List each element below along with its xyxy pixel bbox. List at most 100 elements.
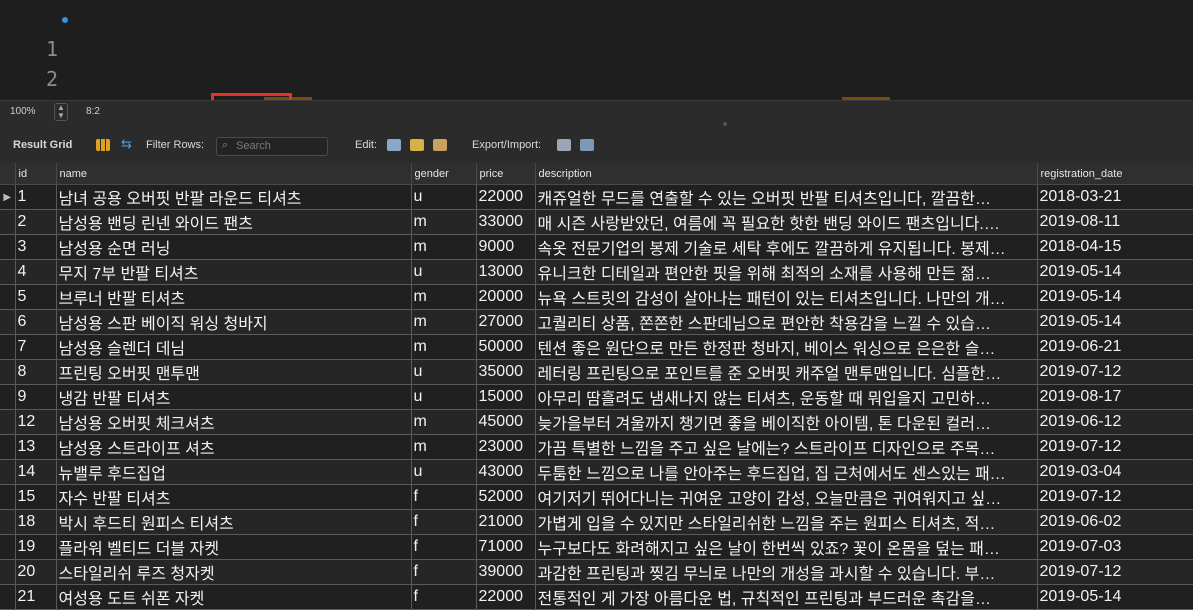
cell-name[interactable]: 자수 반팔 티셔츠 xyxy=(56,484,412,510)
cell-gender[interactable]: u xyxy=(411,259,477,285)
current-row-marker-icon[interactable]: ▶ xyxy=(0,184,16,210)
cell-description[interactable]: 가볍게 입을 수 있지만 스타일리쉬한 느낌을 주는 원피스 티셔츠, 적… xyxy=(535,509,1038,535)
cell-description[interactable]: 고퀄리티 상품, 쫀쫀한 스판데님으로 편안한 착용감을 느낄 수 있습… xyxy=(535,309,1038,335)
editor-line[interactable]: 3 xyxy=(0,64,58,121)
cell-description[interactable]: 누구보다도 화려해지고 싶은 날이 한번씩 있죠? 꽃이 온몸을 덮는 패… xyxy=(535,534,1038,560)
cell-id[interactable]: 18 xyxy=(15,509,57,535)
table-row[interactable]: 14 뉴밸루 후드집업 u 43000 두툼한 느낌으로 나를 안아주는 후드집업, 집… xyxy=(0,459,1193,485)
cell-price[interactable]: 13000 xyxy=(476,259,536,285)
cell-gender[interactable]: m xyxy=(411,234,477,260)
table-row[interactable]: 6 남성용 스판 베이직 워싱 청바지 m 27000 고퀄리티 상품, 쫀쫀한 스판데… xyxy=(0,309,1193,335)
cell-registration-date[interactable]: 2019-07-03 xyxy=(1037,534,1193,560)
cell-price[interactable]: 45000 xyxy=(476,409,536,435)
cell-id[interactable]: 21 xyxy=(15,584,57,610)
cell-id[interactable]: 12 xyxy=(15,409,57,435)
pane-splitter[interactable] xyxy=(0,122,1193,130)
cell-price[interactable]: 9000 xyxy=(476,234,536,260)
cell-registration-date[interactable]: 2018-04-15 xyxy=(1037,234,1193,260)
export-icon[interactable] xyxy=(557,139,571,151)
table-row[interactable]: 18 박시 후드티 원피스 티셔츠 f 21000 가볍게 입을 수 있지만 스타일리쉬… xyxy=(0,509,1193,535)
cell-description[interactable]: 과감한 프린팅과 찢김 무늬로 나만의 개성을 과시할 수 있습니다. 부… xyxy=(535,559,1038,585)
cell-id[interactable]: 9 xyxy=(15,384,57,410)
cell-registration-date[interactable]: 2019-05-14 xyxy=(1037,584,1193,610)
cell-description[interactable]: 캐쥬얼한 무드를 연출할 수 있는 오버핏 반팔 티셔츠입니다, 깔끔한… xyxy=(535,184,1038,210)
column-header-registration-date[interactable]: registration_date xyxy=(1037,163,1193,185)
row-marker[interactable] xyxy=(0,284,16,310)
row-marker[interactable] xyxy=(0,584,16,610)
cell-name[interactable]: 남성용 슬렌더 데님 xyxy=(56,334,412,360)
cell-name[interactable]: 브루너 반팔 티셔츠 xyxy=(56,284,412,310)
cell-registration-date[interactable]: 2019-06-02 xyxy=(1037,509,1193,535)
row-marker[interactable] xyxy=(0,359,16,385)
cell-price[interactable]: 15000 xyxy=(476,384,536,410)
zoom-stepper-icon[interactable]: ▲ ▼ xyxy=(54,103,68,121)
cell-price[interactable]: 43000 xyxy=(476,459,536,485)
cell-gender[interactable]: f xyxy=(411,509,477,535)
column-header-name[interactable]: name xyxy=(56,163,412,185)
cell-price[interactable]: 39000 xyxy=(476,559,536,585)
cell-gender[interactable]: u xyxy=(411,359,477,385)
cell-id[interactable]: 8 xyxy=(15,359,57,385)
cell-name[interactable]: 여성용 도트 쉬폰 자켓 xyxy=(56,584,412,610)
cell-name[interactable]: 뉴밸루 후드집업 xyxy=(56,459,412,485)
cell-id[interactable]: 19 xyxy=(15,534,57,560)
table-row[interactable]: 8 프린팅 오버핏 맨투맨 u 35000 레터링 프린팅으로 포인트를 준 오버핏 캐… xyxy=(0,359,1193,385)
table-row[interactable]: 3 남성용 순면 러닝 m 9000 속옷 전문기업의 봉제 기술로 세탁 후에도 깔끔… xyxy=(0,234,1193,260)
cell-description[interactable]: 뉴욕 스트릿의 감성이 살아나는 패턴이 있는 티셔츠입니다. 나만의 개… xyxy=(535,284,1038,310)
row-marker[interactable] xyxy=(0,209,16,235)
row-marker[interactable] xyxy=(0,259,16,285)
row-marker[interactable] xyxy=(0,559,16,585)
column-header-gender[interactable]: gender xyxy=(411,163,477,185)
cell-id[interactable]: 15 xyxy=(15,484,57,510)
cell-id[interactable]: 20 xyxy=(15,559,57,585)
cell-id[interactable]: 1 xyxy=(15,184,57,210)
table-row[interactable]: 20 스타일리쉬 루즈 청자켓 f 39000 과감한 프린팅과 찢김 무늬로 나만의 … xyxy=(0,559,1193,585)
cell-registration-date[interactable]: 2019-05-14 xyxy=(1037,284,1193,310)
result-grid-tab[interactable]: Result Grid xyxy=(13,139,72,151)
result-grid[interactable]: id name gender price description registr… xyxy=(0,163,1193,610)
column-header-id[interactable]: id xyxy=(15,163,57,185)
cell-registration-date[interactable]: 2019-05-14 xyxy=(1037,259,1193,285)
row-marker[interactable] xyxy=(0,434,16,460)
cell-gender[interactable]: m xyxy=(411,309,477,335)
cell-price[interactable]: 22000 xyxy=(476,584,536,610)
cell-description[interactable]: 텐션 좋은 원단으로 만든 한정판 청바지, 베이스 워싱으로 은은한 슬… xyxy=(535,334,1038,360)
cell-id[interactable]: 4 xyxy=(15,259,57,285)
table-row[interactable]: 9 냉감 반팔 티셔츠 u 15000 아무리 땀흘려도 냄새나지 않는 티셔츠, 운동… xyxy=(0,384,1193,410)
filter-search[interactable]: ⌕ xyxy=(216,137,328,156)
cell-id[interactable]: 2 xyxy=(15,209,57,235)
cell-price[interactable]: 21000 xyxy=(476,509,536,535)
cell-name[interactable]: 남성용 순면 러닝 xyxy=(56,234,412,260)
cell-gender[interactable]: m xyxy=(411,284,477,310)
cell-description[interactable]: 레터링 프린팅으로 포인트를 준 오버핏 캐주얼 맨투맨입니다. 심플한… xyxy=(535,359,1038,385)
cell-gender[interactable]: m xyxy=(411,209,477,235)
cell-name[interactable]: 남성용 밴딩 린넨 와이드 팬츠 xyxy=(56,209,412,235)
row-marker[interactable] xyxy=(0,509,16,535)
cell-id[interactable]: 13 xyxy=(15,434,57,460)
sql-editor[interactable]: 1 SELECT * FROM item 2 WHERE EXISTS (SEL… xyxy=(0,0,1193,125)
cell-price[interactable]: 33000 xyxy=(476,209,536,235)
toggle-wrap-icon[interactable]: ⇆ xyxy=(121,136,135,151)
cell-description[interactable]: 가끔 특별한 느낌을 주고 싶은 날에는? 스트라이프 디자인으로 주목… xyxy=(535,434,1038,460)
table-row[interactable]: 19 플라워 벨티드 더블 자켓 f 71000 누구보다도 화려해지고 싶은 날이 한… xyxy=(0,534,1193,560)
cell-name[interactable]: 남성용 스트라이프 셔츠 xyxy=(56,434,412,460)
cell-description[interactable]: 전통적인 게 가장 아름다운 법, 규칙적인 프린팅과 부드러운 촉감을… xyxy=(535,584,1038,610)
cell-gender[interactable]: u xyxy=(411,384,477,410)
cell-description[interactable]: 속옷 전문기업의 봉제 기술로 세탁 후에도 깔끔하게 유지됩니다. 봉제… xyxy=(535,234,1038,260)
grid-view-icon[interactable] xyxy=(96,139,110,151)
cell-registration-date[interactable]: 2019-06-12 xyxy=(1037,409,1193,435)
cell-id[interactable]: 3 xyxy=(15,234,57,260)
cell-registration-date[interactable]: 2019-07-12 xyxy=(1037,559,1193,585)
table-row[interactable]: 12 남성용 오버핏 체크셔츠 m 45000 늦가을부터 겨울까지 챙기면 좋을 베이… xyxy=(0,409,1193,435)
cell-registration-date[interactable]: 2019-07-12 xyxy=(1037,359,1193,385)
filter-search-input[interactable] xyxy=(236,139,322,153)
row-marker[interactable] xyxy=(0,534,16,560)
cell-gender[interactable]: u xyxy=(411,459,477,485)
cell-price[interactable]: 20000 xyxy=(476,284,536,310)
row-marker[interactable] xyxy=(0,384,16,410)
cell-description[interactable]: 매 시즌 사랑받았던, 여름에 꼭 필요한 핫한 밴딩 와이드 팬츠입니다.… xyxy=(535,209,1038,235)
cell-id[interactable]: 14 xyxy=(15,459,57,485)
cell-gender[interactable]: m xyxy=(411,409,477,435)
cell-name[interactable]: 냉감 반팔 티셔츠 xyxy=(56,384,412,410)
column-header-description[interactable]: description xyxy=(535,163,1038,185)
